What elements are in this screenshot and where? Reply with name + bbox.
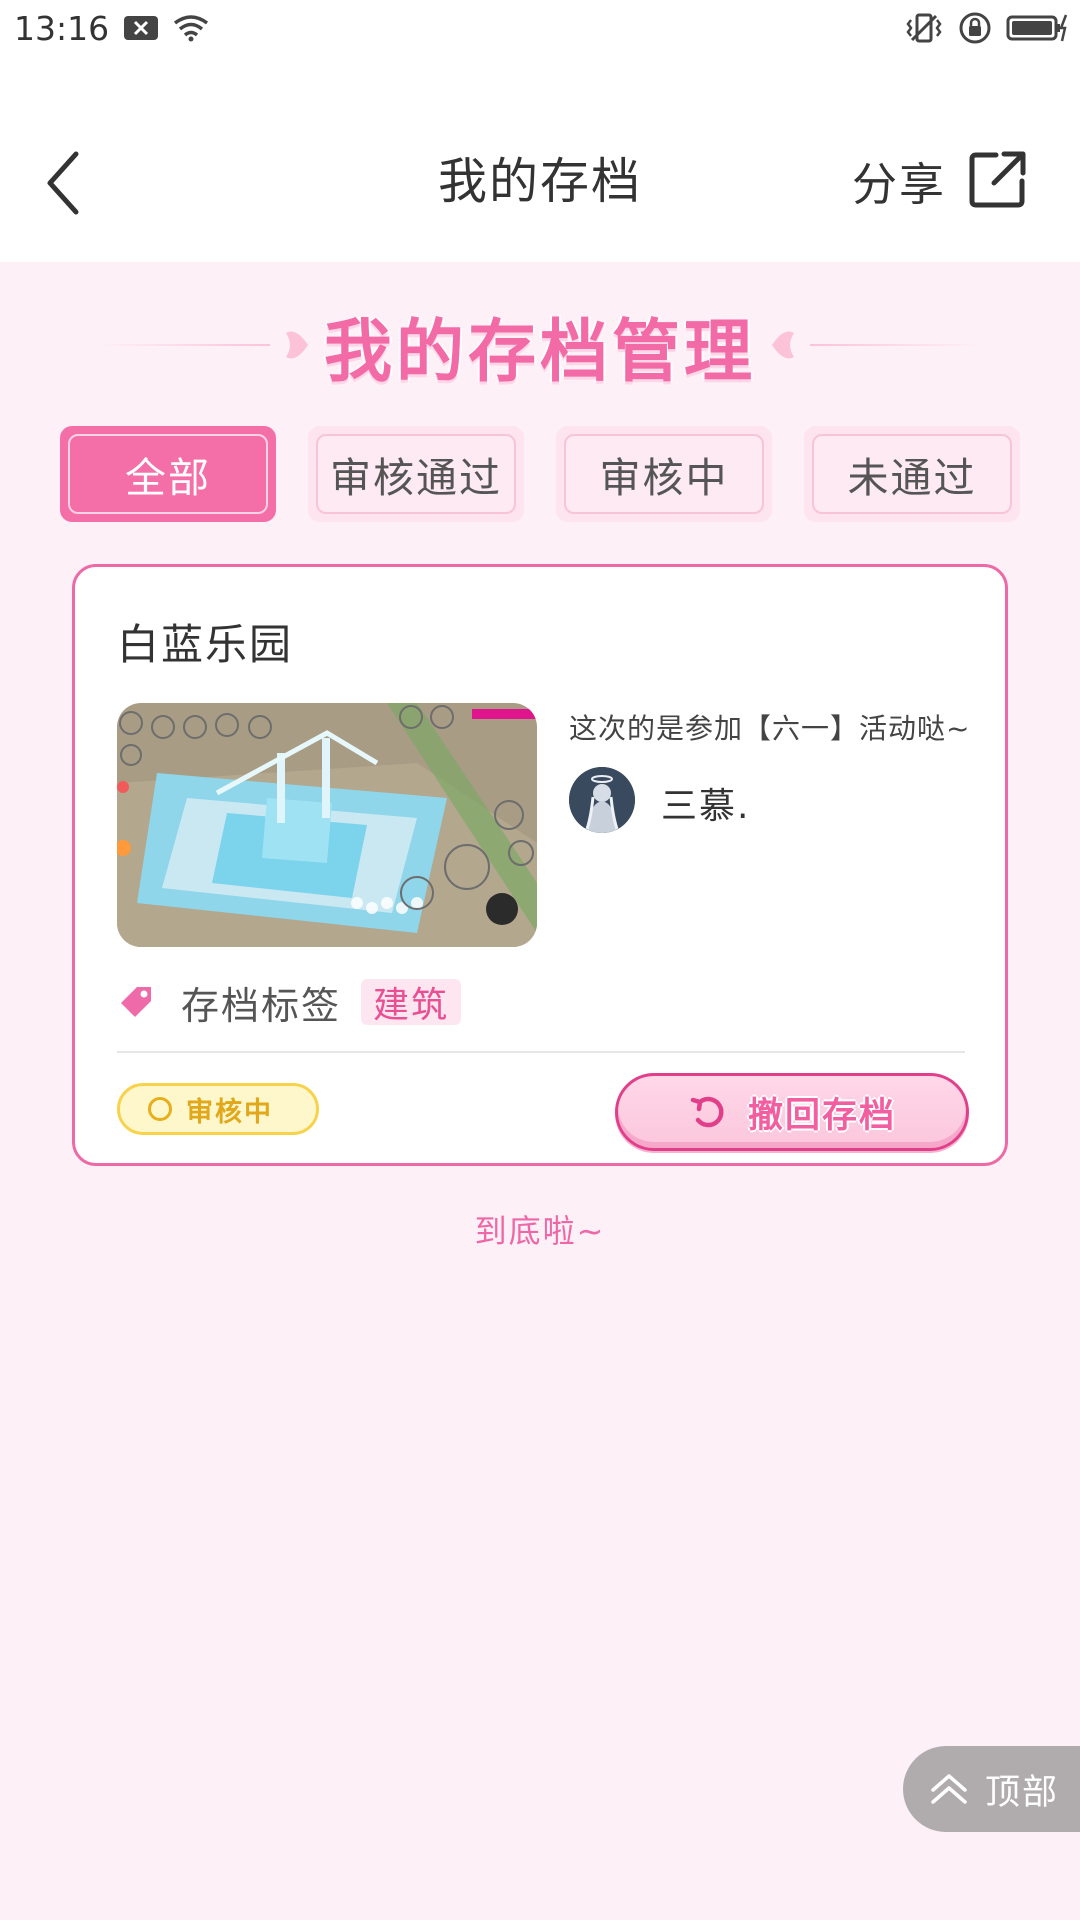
pending-circle-icon — [148, 1097, 172, 1121]
heading-line-right — [810, 344, 981, 346]
section-heading: 我的存档管理 — [100, 300, 981, 392]
petal-decoration-icon — [772, 331, 795, 359]
tag-label: 存档标签 — [181, 983, 342, 1028]
share-external-icon — [969, 151, 1026, 208]
rotation-lock-icon — [958, 11, 992, 45]
save-description: 这次的是参加【六一】活动哒~ — [569, 712, 971, 745]
tab-label: 全部 — [68, 434, 268, 514]
tab-label: 审核通过 — [316, 434, 516, 514]
share-button[interactable]: 分享 — [852, 148, 1028, 212]
vibrate-icon — [904, 12, 944, 44]
undo-icon — [690, 1096, 724, 1128]
filter-tabs: 全部 审核通过 审核中 未通过 — [60, 426, 1020, 522]
tag-icon — [121, 987, 151, 1017]
scroll-to-top-button[interactable]: 顶部 — [903, 1746, 1080, 1832]
tab-rejected[interactable]: 未通过 — [804, 426, 1020, 522]
double-chevron-up-icon — [931, 1774, 967, 1804]
notification-x-icon — [123, 15, 159, 41]
tab-all[interactable]: 全部 — [60, 426, 276, 522]
header-bar: 我的存档 分享 — [0, 56, 1080, 262]
divider — [117, 1051, 965, 1053]
share-label: 分享 — [851, 157, 946, 211]
end-of-list-text: 到底啦~ — [474, 1212, 606, 1250]
save-thumbnail[interactable] — [117, 703, 537, 947]
save-title: 白蓝乐园 — [117, 620, 294, 669]
wifi-icon — [173, 14, 209, 42]
tag-chip: 建筑 — [361, 979, 462, 1026]
status-badge-label: 审核中 — [186, 1096, 273, 1128]
revoke-save-button[interactable]: 撤回存档 — [615, 1073, 969, 1151]
status-bar: 13:16 — [0, 0, 1080, 56]
section-heading-text: 我的存档管理 — [324, 312, 757, 392]
tag-row: 存档标签 建筑 — [117, 979, 462, 1028]
status-time: 13:16 — [14, 8, 110, 48]
tab-reviewing[interactable]: 审核中 — [556, 426, 772, 522]
revoke-save-label: 撤回存档 — [747, 1095, 896, 1136]
status-badge: 审核中 — [117, 1083, 319, 1135]
author-name[interactable]: 三慕. — [661, 777, 750, 829]
battery-charging-icon — [1006, 13, 1068, 43]
scroll-to-top-label: 顶部 — [985, 1772, 1060, 1813]
tab-approved[interactable]: 审核通过 — [308, 426, 524, 522]
petal-decoration-icon — [286, 331, 308, 359]
author-avatar[interactable] — [569, 767, 635, 833]
tab-label: 审核中 — [564, 434, 764, 514]
save-card[interactable]: 白蓝乐园 这次的是参加【六一】活动哒~ 三慕. 存档标签 建筑 审核中 撤回存档 — [72, 564, 1008, 1166]
heading-line-left — [100, 344, 270, 346]
tab-label: 未通过 — [812, 434, 1012, 514]
